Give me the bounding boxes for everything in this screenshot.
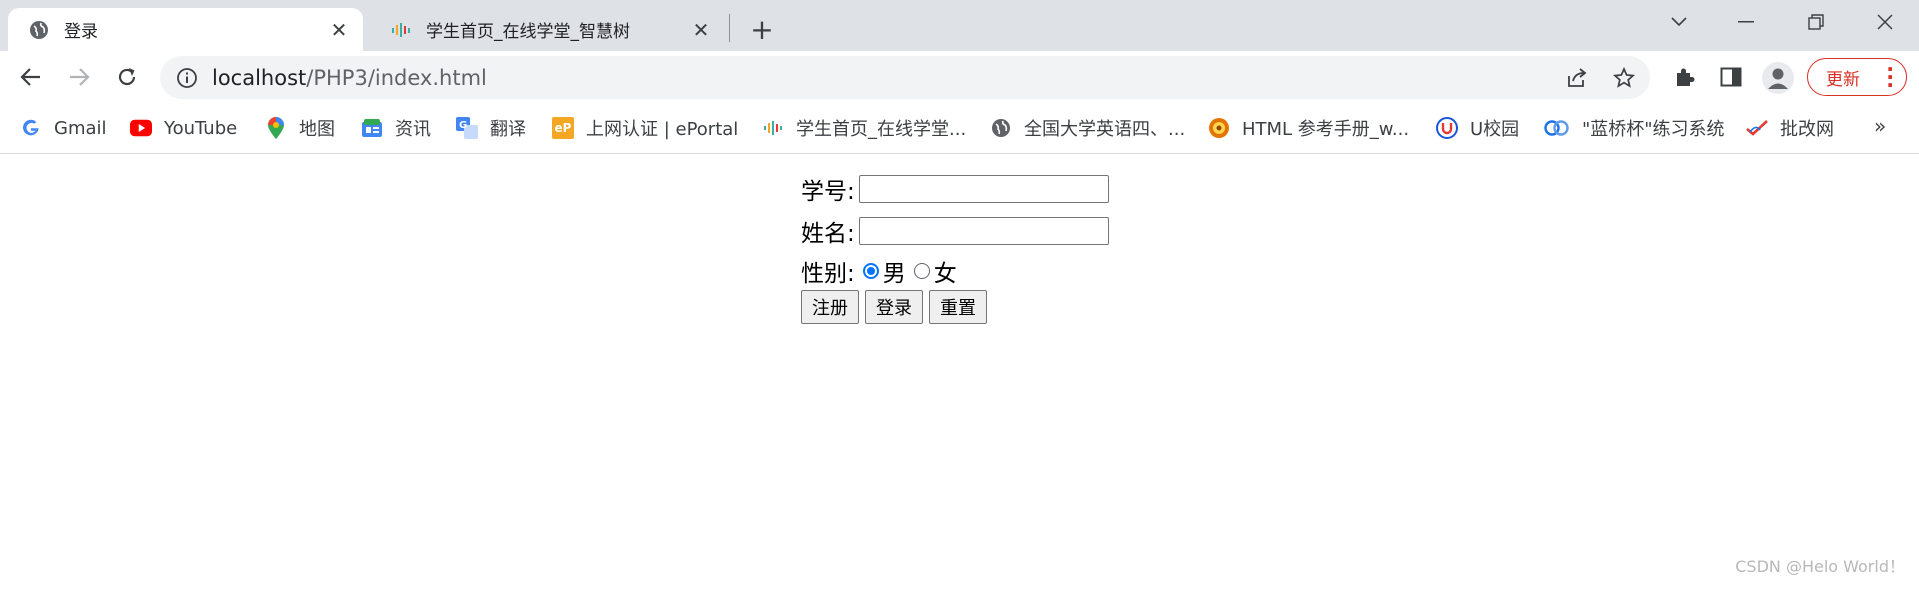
reload-icon[interactable] <box>110 60 144 94</box>
bookmark-label: HTML 参考手册_w... <box>1242 119 1410 140</box>
zhihuishu-icon <box>390 19 412 41</box>
close-tab-icon[interactable]: ✕ <box>325 16 353 44</box>
site-info-icon[interactable] <box>176 67 198 89</box>
bookmark-html-reference[interactable]: HTML 参考手册_w... <box>1208 114 1409 142</box>
reset-button[interactable]: 重置 <box>929 290 987 324</box>
globe-icon <box>28 19 50 41</box>
bookmark-gmail[interactable]: Gmail <box>20 114 107 142</box>
uxiaoyuan-icon <box>1436 117 1458 139</box>
bookmark-label: 学生首页_在线学堂... <box>796 119 967 140</box>
bookmark-label: 批改网 <box>1780 119 1834 140</box>
bookmark-lanqiao[interactable]: "蓝桥杯"练习系统 <box>1544 114 1725 142</box>
button-row: 注册 登录 重置 <box>801 290 993 324</box>
name-label: 姓名: <box>801 221 855 247</box>
gender-male-radio[interactable] <box>862 263 879 279</box>
bookmark-label: Gmail <box>54 117 107 139</box>
tab-zhihuishu[interactable]: 学生首页_在线学堂_智慧树 ✕ <box>370 8 725 51</box>
url-path: /PHP3/index.html <box>306 66 487 90</box>
more-bookmarks-icon[interactable]: » <box>1874 114 1886 138</box>
tab-title: 学生首页_在线学堂_智慧树 <box>426 22 630 42</box>
bookmarks-bar: Gmail YouTube 地图 资讯 G 翻译 eP 上网认证 | ePorta… <box>0 104 1919 154</box>
tab-strip: 登录 ✕ 学生首页_在线学堂_智慧树 ✕ + <box>0 0 1919 51</box>
bookmark-label: U校园 <box>1470 119 1520 140</box>
gender-label: 性别: <box>801 261 855 287</box>
bookmark-label: 地图 <box>299 119 335 140</box>
bookmark-zhihuishu[interactable]: 学生首页_在线学堂... <box>762 114 966 142</box>
maps-icon <box>265 117 287 139</box>
youtube-icon <box>130 117 152 139</box>
bookmark-translate[interactable]: G 翻译 <box>456 114 526 142</box>
profile-avatar-icon[interactable] <box>1762 62 1794 94</box>
tab-divider <box>729 14 730 42</box>
watermark: CSDN @Helo World！ <box>1735 557 1905 576</box>
news-icon <box>361 117 383 139</box>
bookmark-label: YouTube <box>164 117 238 139</box>
address-bar[interactable]: localhost/PHP3/index.html <box>160 56 1650 99</box>
back-icon[interactable] <box>14 60 48 94</box>
runoob-icon <box>1208 117 1230 139</box>
login-button[interactable]: 登录 <box>865 290 923 324</box>
translate-icon: G <box>456 117 478 139</box>
bookmark-eportal[interactable]: eP 上网认证 | ePortal <box>552 114 738 142</box>
gender-male-label: 男 <box>882 261 906 287</box>
url-text[interactable]: localhost/PHP3/index.html <box>212 66 487 90</box>
extensions-icon[interactable] <box>1668 60 1702 94</box>
bookmark-label: 资讯 <box>395 119 431 140</box>
globe-icon <box>990 117 1012 139</box>
restore-icon[interactable] <box>1788 0 1844 44</box>
share-icon[interactable] <box>1564 65 1590 91</box>
update-button[interactable]: 更新 · · · <box>1807 58 1907 96</box>
bookmark-maps[interactable]: 地图 <box>265 114 335 142</box>
bookmark-label: 翻译 <box>490 119 526 140</box>
url-host: localhost <box>212 66 307 90</box>
bookmark-star-icon[interactable] <box>1611 65 1637 91</box>
bookmark-youtube[interactable]: YouTube <box>130 114 237 142</box>
tab-search-icon[interactable] <box>1651 0 1707 44</box>
student-id-input[interactable] <box>858 175 1109 203</box>
forward-icon[interactable] <box>62 60 96 94</box>
tab-login[interactable]: 登录 ✕ <box>8 8 363 51</box>
register-button[interactable]: 注册 <box>801 290 859 324</box>
side-panel-icon[interactable] <box>1714 60 1748 94</box>
gender-row: 性别: 男 女 <box>801 254 957 288</box>
new-tab-icon[interactable]: + <box>745 12 779 46</box>
name-input[interactable] <box>858 217 1109 245</box>
gender-female-label: 女 <box>933 261 957 287</box>
svg-text:G: G <box>459 120 467 131</box>
student-id-row: 学号: <box>801 172 1109 206</box>
bookmark-label: 上网认证 | ePortal <box>586 119 739 140</box>
name-row: 姓名: <box>801 214 1109 248</box>
zhihuishu-icon <box>762 117 784 139</box>
bookmark-pigai[interactable]: 批改网 <box>1746 114 1834 142</box>
gender-female-radio[interactable] <box>913 263 930 279</box>
bookmark-cet[interactable]: 全国大学英语四、... <box>990 114 1185 142</box>
bookmark-news[interactable]: 资讯 <box>361 114 431 142</box>
minimize-icon[interactable] <box>1718 0 1774 44</box>
update-label: 更新 <box>1826 69 1860 90</box>
toolbar: localhost/PHP3/index.html 更新 · · · <box>0 51 1919 104</box>
menu-dots-icon[interactable]: · · · <box>1886 59 1894 95</box>
student-id-label: 学号: <box>801 179 855 205</box>
eportal-icon: eP <box>552 117 574 139</box>
pigai-icon <box>1746 117 1768 139</box>
bookmark-uxiaoyuan[interactable]: U校园 <box>1436 114 1519 142</box>
bookmark-label: 全国大学英语四、... <box>1024 119 1186 140</box>
lanqiao-icon <box>1544 117 1570 139</box>
bookmark-label: "蓝桥杯"练习系统 <box>1582 119 1725 140</box>
close-window-icon[interactable] <box>1857 0 1913 44</box>
close-tab-icon[interactable]: ✕ <box>687 16 715 44</box>
google-icon <box>20 117 42 139</box>
tab-title: 登录 <box>64 22 98 42</box>
